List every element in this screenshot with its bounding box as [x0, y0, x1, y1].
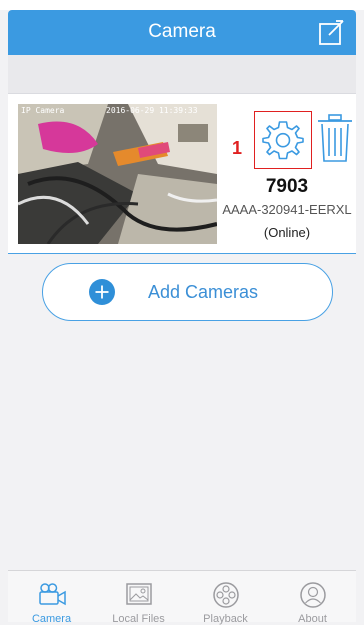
empty-content-area: [0, 322, 364, 570]
user-icon: [299, 582, 326, 608]
add-cameras-button[interactable]: Add Cameras: [42, 263, 333, 321]
delete-button[interactable]: [315, 113, 355, 165]
edit-icon: [319, 20, 344, 45]
tab-playback-label: Playback: [203, 613, 248, 625]
header-spacer: [8, 55, 356, 93]
tab-camera-label: Camera: [31, 613, 72, 625]
camera-name: 7903: [265, 176, 309, 197]
tab-playback[interactable]: Playback: [182, 571, 269, 625]
trash-icon: [318, 114, 352, 162]
camera-status: (Online): [263, 225, 311, 240]
plus-circle-icon: [89, 279, 115, 305]
annotation-marker: 1: [232, 138, 243, 158]
page-title: Camera: [148, 21, 216, 42]
settings-button[interactable]: [254, 111, 312, 169]
film-reel-icon: [212, 582, 239, 608]
camera-icon: [38, 583, 66, 606]
camera-id: AAAA-320941-EERXL: [222, 202, 352, 217]
tab-bar: Camera Local Files Playback About: [8, 570, 356, 625]
image-icon: [125, 583, 152, 605]
overlay-timestamp: 2016-06-29 11:39:33: [106, 106, 198, 115]
tab-about[interactable]: About: [269, 571, 356, 625]
tab-about-label: About: [298, 613, 327, 625]
tab-local-files-label: Local Files: [112, 613, 165, 625]
overlay-camera-name: IP Camera: [21, 106, 65, 115]
app-header: Camera: [8, 10, 356, 55]
tab-camera[interactable]: Camera: [8, 571, 95, 625]
camera-list-item[interactable]: IP Camera 2016-06-29 11:39:33 1 7903 AAA…: [8, 93, 356, 254]
camera-thumbnail[interactable]: IP Camera 2016-06-29 11:39:33: [18, 104, 217, 244]
tab-local-files[interactable]: Local Files: [95, 571, 182, 625]
add-cameras-label: Add Cameras: [148, 282, 259, 302]
status-bar-area: [0, 0, 364, 10]
camera-snapshot-image: [18, 104, 217, 244]
edit-button[interactable]: [316, 18, 346, 48]
gear-icon: [262, 121, 304, 160]
